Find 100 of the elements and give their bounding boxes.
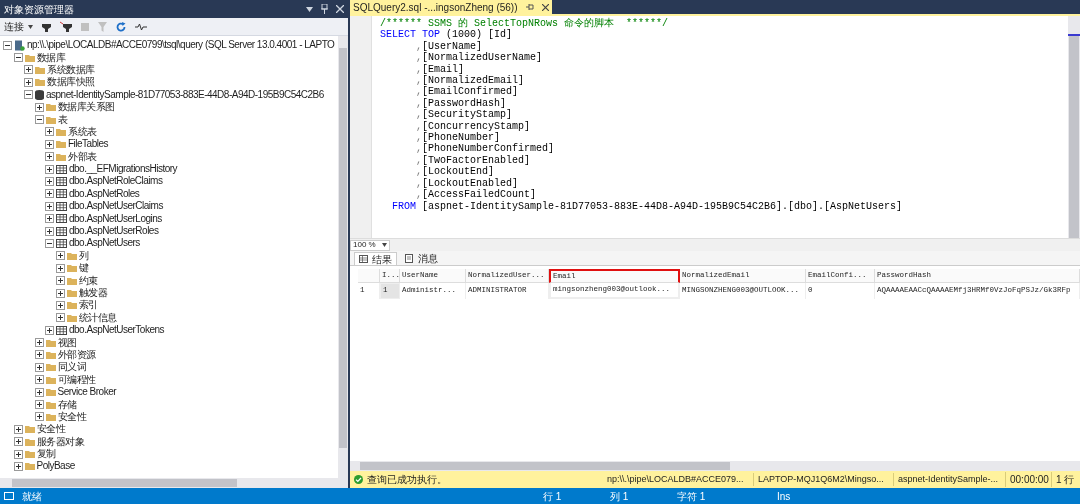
tree-item[interactable]: 存储 — [57, 398, 77, 411]
expand-icon[interactable] — [34, 387, 44, 397]
tree-item[interactable]: dbo.AspNetUserTokens — [69, 324, 165, 337]
tree-item[interactable]: dbo.AspNetUserRoles — [69, 225, 159, 238]
scrollbar[interactable] — [338, 36, 348, 478]
tree-item[interactable]: dbo.AspNetUserLogins — [69, 212, 162, 225]
expand-icon[interactable] — [45, 177, 54, 186]
tree-item[interactable]: 可编程性 — [57, 373, 96, 386]
tree-item[interactable]: 外部资源 — [57, 348, 96, 361]
expand-icon[interactable] — [34, 338, 44, 348]
expand-icon[interactable] — [13, 437, 23, 447]
tree-item[interactable]: dbo.AspNetRoleClaims — [69, 175, 163, 188]
tree-item[interactable]: np:\\.\pipe\LOCALDB#ACCE0799\tsql\query (SQL Server 13.0.4001 - LAPTO — [27, 39, 335, 52]
database-icon — [35, 89, 44, 100]
expand-icon[interactable] — [45, 164, 54, 174]
tree-item[interactable]: 数据库关系图 — [57, 101, 115, 114]
zoom-dropdown[interactable]: 100 % — [350, 239, 390, 251]
code-line: ,[EmailConfirmed] — [415, 86, 519, 98]
expand-icon[interactable] — [34, 350, 44, 360]
expand-icon[interactable] — [45, 152, 54, 162]
tree-item[interactable]: 系统表 — [68, 125, 97, 138]
expand-icon[interactable] — [45, 127, 54, 137]
expand-icon[interactable] — [55, 288, 65, 298]
expand-icon[interactable] — [13, 461, 23, 471]
folder-icon — [45, 350, 56, 359]
expand-icon[interactable] — [55, 263, 65, 273]
status-text: 就绪 — [22, 489, 43, 504]
scrollbar[interactable] — [0, 478, 348, 488]
scrollbar[interactable] — [350, 461, 1080, 471]
tree-item[interactable]: 系统数据库 — [47, 63, 95, 76]
collapse-icon[interactable] — [13, 53, 23, 63]
expand-icon[interactable] — [55, 276, 65, 286]
activity-icon[interactable] — [135, 22, 147, 31]
tree-item[interactable]: 键 — [78, 262, 88, 275]
expand-icon[interactable] — [13, 424, 23, 434]
expand-icon[interactable] — [55, 300, 65, 310]
expand-icon[interactable] — [45, 226, 54, 236]
tree-item[interactable]: Service Broker — [57, 386, 117, 399]
result-tab[interactable]: 消息 — [401, 252, 442, 265]
table-icon — [56, 214, 67, 224]
tree-item[interactable]: 表 — [57, 113, 67, 126]
server-name: np:\\.\pipe\LOCALDB#ACCE079... — [606, 472, 745, 486]
tree-item[interactable]: PolyBase — [36, 460, 75, 473]
tree-item[interactable]: dbo.__EFMigrationsHistory — [69, 163, 178, 176]
result-tab[interactable]: 结果 — [354, 252, 397, 265]
connect-button[interactable]: 连接 — [4, 19, 33, 34]
tree-item[interactable]: 外部表 — [68, 150, 97, 163]
code-line: ,[NormalizedUserName] — [415, 52, 544, 64]
refresh-icon[interactable] — [116, 21, 126, 32]
dropdown-icon[interactable] — [306, 6, 313, 12]
expand-icon[interactable] — [24, 77, 33, 87]
code-line: FROM [aspnet-IdentitySample-81D77053-883E-44D8-A94D-195B9C54C2B6].[dbo].[AspNetUsers] — [391, 200, 904, 212]
expand-icon[interactable] — [55, 313, 65, 323]
collapse-icon[interactable] — [45, 238, 54, 248]
tree-item[interactable]: 安全性 — [57, 410, 86, 423]
tree-item[interactable]: FileTables — [68, 138, 109, 151]
scrollbar[interactable] — [1068, 16, 1080, 238]
expand-icon[interactable] — [34, 400, 44, 409]
tree-item[interactable]: dbo.AspNetUsers — [69, 237, 140, 250]
tree-item[interactable]: 复制 — [36, 448, 56, 461]
expand-icon[interactable] — [34, 362, 44, 372]
tree-item[interactable]: 同义词 — [57, 361, 86, 374]
expand-icon[interactable] — [13, 449, 23, 459]
tree-item[interactable]: aspnet-IdentitySample-81D77053-883E-44D8-A94D-195B9C54C2B6 — [46, 88, 324, 101]
expand-icon[interactable] — [55, 251, 65, 261]
expand-icon[interactable] — [24, 65, 33, 75]
expand-icon[interactable] — [34, 412, 44, 422]
folder-icon — [66, 289, 77, 297]
tree-item[interactable]: 视图 — [57, 336, 77, 349]
code-line: SELECT TOP (1000) [Id] — [380, 29, 513, 41]
tree-item[interactable]: dbo.AspNetUserClaims — [69, 200, 163, 213]
code-line: ,[LockoutEnd] — [415, 166, 496, 178]
collapse-icon[interactable] — [3, 40, 12, 50]
close-icon[interactable] — [541, 3, 549, 11]
expand-icon[interactable] — [45, 201, 54, 211]
collapse-icon[interactable] — [34, 115, 44, 125]
table-icon — [56, 238, 67, 248]
pin-icon[interactable] — [525, 3, 534, 11]
collapse-icon[interactable] — [24, 90, 33, 100]
status-icon — [4, 492, 14, 500]
expand-icon[interactable] — [45, 189, 54, 199]
server-icon — [14, 39, 25, 51]
tree-item[interactable]: 数据库 — [36, 51, 65, 64]
editor-tab[interactable]: SQLQuery2.sql -...ingsonZheng (56)) — [350, 0, 552, 14]
expand-icon[interactable] — [34, 102, 44, 112]
tree-item[interactable]: 约束 — [78, 274, 98, 287]
expand-icon[interactable] — [45, 139, 54, 149]
tree-item[interactable]: 列 — [78, 249, 88, 262]
tree-item[interactable]: dbo.AspNetRoles — [69, 187, 140, 200]
expand-icon[interactable] — [45, 214, 54, 224]
expand-icon[interactable] — [45, 325, 54, 335]
tree-item[interactable]: 数据库快照 — [47, 76, 95, 89]
tree-item[interactable]: 触发器 — [78, 287, 107, 299]
tree-item[interactable]: 统计信息 — [78, 311, 117, 324]
row-count: 1 行 — [1051, 472, 1079, 487]
tree-item[interactable]: 服务器对象 — [36, 435, 84, 448]
tree-item[interactable]: 安全性 — [36, 423, 65, 436]
expand-icon[interactable] — [34, 375, 44, 385]
caret-icon — [382, 243, 387, 247]
tree-item[interactable]: 索引 — [78, 299, 98, 312]
